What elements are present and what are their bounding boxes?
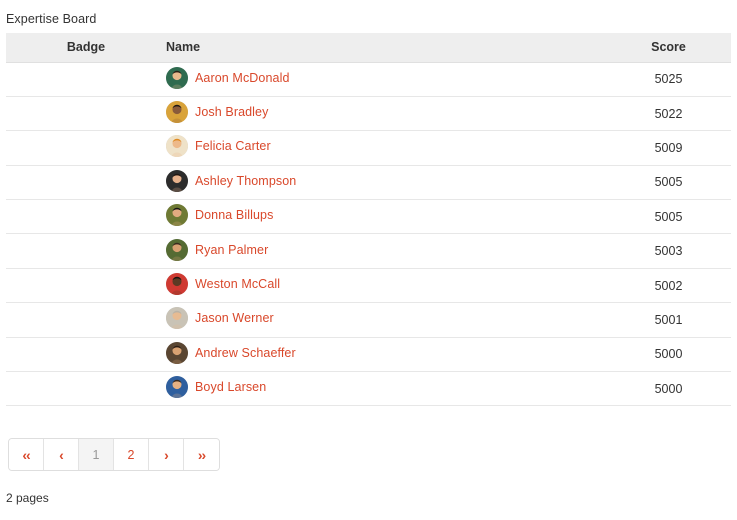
profile-link[interactable]: Josh Bradley bbox=[195, 105, 268, 119]
pagination-last-button[interactable]: ›› bbox=[184, 439, 219, 470]
cell-badge bbox=[6, 96, 166, 132]
cell-badge bbox=[6, 199, 166, 235]
table-row: Ryan Palmer 5003 bbox=[6, 233, 731, 269]
cell-score: 5002 bbox=[606, 268, 731, 304]
table-row: Josh Bradley 5022 bbox=[6, 96, 731, 132]
avatar bbox=[166, 204, 188, 227]
name-wrapper: Ashley Thompson bbox=[166, 169, 296, 192]
cell-score: 5025 bbox=[606, 62, 731, 97]
column-header-badge[interactable]: Badge bbox=[6, 33, 166, 63]
table-header-row: Badge Name Score bbox=[6, 33, 731, 63]
name-wrapper: Ryan Palmer bbox=[166, 238, 268, 261]
cell-name: Josh Bradley bbox=[166, 96, 606, 132]
cell-badge bbox=[6, 62, 166, 97]
cell-score: 5000 bbox=[606, 337, 731, 373]
pagination-page-label: 2 bbox=[127, 447, 135, 462]
profile-link[interactable]: Donna Billups bbox=[195, 208, 273, 222]
cell-name: Aaron McDonald bbox=[166, 62, 606, 97]
cell-badge bbox=[6, 268, 166, 304]
profile-link[interactable]: Aaron McDonald bbox=[195, 71, 290, 85]
profile-link[interactable]: Weston McCall bbox=[195, 277, 280, 291]
table-row: Donna Billups 5005 bbox=[6, 199, 731, 235]
cell-score: 5001 bbox=[606, 302, 731, 338]
avatar bbox=[166, 66, 188, 89]
table-row: Boyd Larsen 5000 bbox=[6, 371, 731, 407]
cell-score: 5005 bbox=[606, 165, 731, 201]
table-row: Felicia Carter 5009 bbox=[6, 130, 731, 166]
cell-name: Felicia Carter bbox=[166, 130, 606, 166]
column-header-name[interactable]: Name bbox=[166, 33, 606, 63]
avatar bbox=[166, 307, 188, 330]
profile-link[interactable]: Jason Werner bbox=[195, 311, 274, 325]
cell-name: Andrew Schaeffer bbox=[166, 337, 606, 373]
table-body: Aaron McDonald 5025 Josh Bradley 5022 Felici… bbox=[6, 62, 731, 407]
table-header: Badge Name Score bbox=[6, 33, 731, 63]
pagination-first-button[interactable]: ‹‹ bbox=[9, 439, 44, 470]
column-header-score[interactable]: Score bbox=[606, 33, 731, 63]
cell-score: 5009 bbox=[606, 130, 731, 166]
name-wrapper: Josh Bradley bbox=[166, 101, 268, 124]
cell-badge bbox=[6, 337, 166, 373]
profile-link[interactable]: Felicia Carter bbox=[195, 139, 271, 153]
name-wrapper: Boyd Larsen bbox=[166, 376, 266, 399]
name-wrapper: Donna Billups bbox=[166, 204, 273, 227]
cell-badge bbox=[6, 371, 166, 407]
table-row: Ashley Thompson 5005 bbox=[6, 165, 731, 201]
pagination-page-1[interactable]: 1 bbox=[79, 439, 114, 470]
cell-score: 5005 bbox=[606, 199, 731, 235]
table-row: Jason Werner 5001 bbox=[6, 302, 731, 338]
expertise-board-table: Badge Name Score Aaron McDonald 5025 Josh … bbox=[6, 33, 731, 407]
cell-score: 5003 bbox=[606, 233, 731, 269]
page-title: Expertise Board bbox=[6, 12, 97, 26]
cell-name: Jason Werner bbox=[166, 302, 606, 338]
cell-badge bbox=[6, 233, 166, 269]
cell-name: Boyd Larsen bbox=[166, 371, 606, 407]
cell-name: Weston McCall bbox=[166, 268, 606, 304]
avatar bbox=[166, 135, 188, 158]
table-row: Weston McCall 5002 bbox=[6, 268, 731, 304]
chevron-right-icon: › bbox=[164, 446, 169, 463]
cell-name: Ashley Thompson bbox=[166, 165, 606, 201]
double-chevron-left-icon: ‹‹ bbox=[22, 446, 30, 463]
name-wrapper: Aaron McDonald bbox=[166, 66, 290, 89]
expertise-board-page: Expertise Board Badge Name Score Aaron M… bbox=[0, 0, 737, 520]
avatar bbox=[166, 376, 188, 399]
chevron-left-icon: ‹ bbox=[59, 446, 64, 463]
avatar bbox=[166, 169, 188, 192]
cell-badge bbox=[6, 302, 166, 338]
profile-link[interactable]: Andrew Schaeffer bbox=[195, 346, 296, 360]
pagination-prev-button[interactable]: ‹ bbox=[44, 439, 79, 470]
profile-link[interactable]: Boyd Larsen bbox=[195, 380, 266, 394]
avatar bbox=[166, 341, 188, 364]
cell-score: 5022 bbox=[606, 96, 731, 132]
name-wrapper: Weston McCall bbox=[166, 273, 280, 296]
profile-link[interactable]: Ashley Thompson bbox=[195, 174, 296, 188]
table-row: Andrew Schaeffer 5000 bbox=[6, 337, 731, 373]
pagination-page-2[interactable]: 2 bbox=[114, 439, 149, 470]
cell-score: 5000 bbox=[606, 371, 731, 407]
name-wrapper: Jason Werner bbox=[166, 307, 274, 330]
avatar bbox=[166, 273, 188, 296]
cell-badge bbox=[6, 130, 166, 166]
avatar bbox=[166, 238, 188, 261]
profile-link[interactable]: Ryan Palmer bbox=[195, 243, 268, 257]
pagination: ‹‹ ‹ 1 2 › ›› bbox=[8, 438, 220, 471]
pages-summary: 2 pages bbox=[6, 491, 49, 505]
cell-name: Donna Billups bbox=[166, 199, 606, 235]
pagination-next-button[interactable]: › bbox=[149, 439, 184, 470]
cell-name: Ryan Palmer bbox=[166, 233, 606, 269]
avatar bbox=[166, 101, 188, 124]
name-wrapper: Felicia Carter bbox=[166, 135, 271, 158]
double-chevron-right-icon: ›› bbox=[197, 446, 206, 463]
table-row: Aaron McDonald 5025 bbox=[6, 62, 731, 97]
cell-badge bbox=[6, 165, 166, 201]
name-wrapper: Andrew Schaeffer bbox=[166, 341, 296, 364]
pagination-page-label: 1 bbox=[92, 447, 100, 462]
